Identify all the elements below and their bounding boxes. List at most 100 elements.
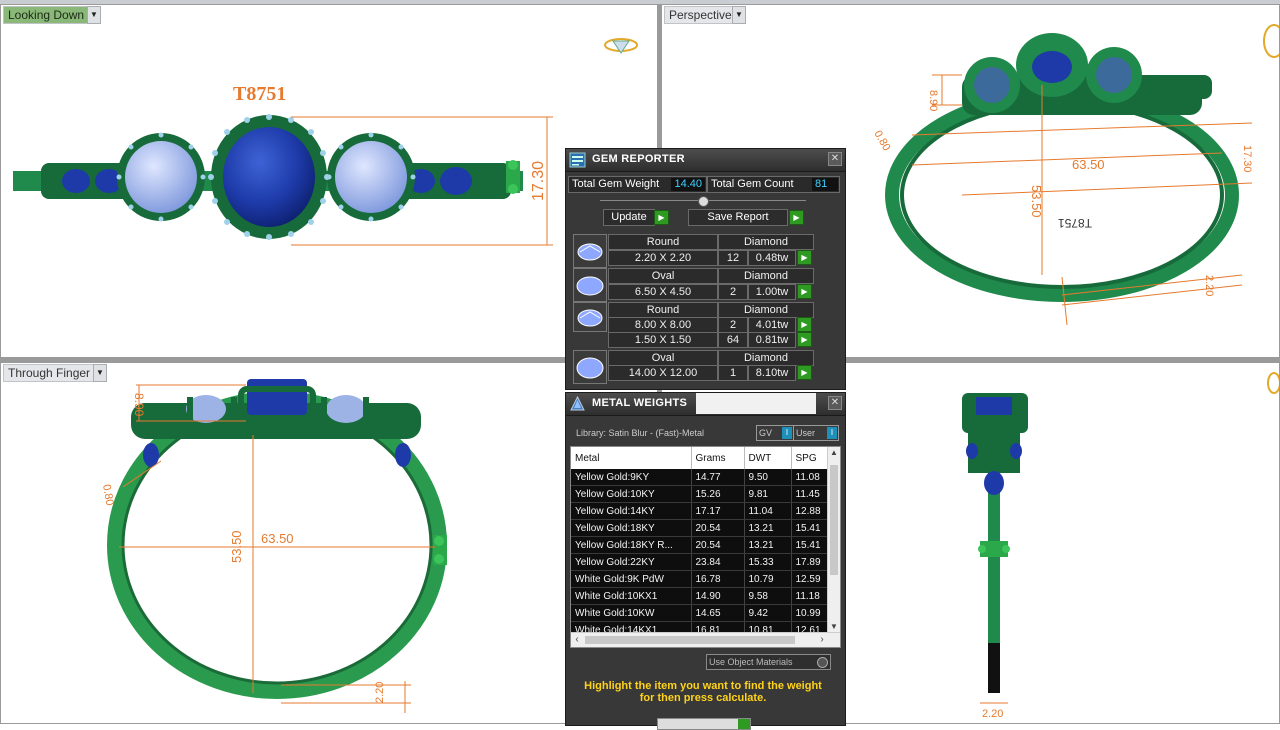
gem-count: 2: [718, 317, 748, 333]
user-toggle[interactable]: User I: [793, 425, 839, 441]
viewport-label-looking-down[interactable]: Looking Down: [3, 6, 90, 24]
table-horizontal-scrollbar[interactable]: ‹ ›: [571, 632, 840, 647]
gem-count: 64: [718, 332, 748, 348]
save-report-button[interactable]: Save Report: [688, 209, 788, 226]
gem-shape: Round: [608, 302, 718, 318]
cell-grams: 15.26: [691, 485, 745, 503]
table-row[interactable]: White Gold:10KX1 14.90 9.58 11.18: [571, 587, 838, 605]
gem-select-go-icon[interactable]: ▶: [797, 365, 812, 380]
dim-height-label: 53.50: [229, 530, 244, 563]
gem-shape: Oval: [608, 268, 718, 284]
ring-preview-icon: [604, 38, 638, 54]
ring-model-code: T8751: [233, 83, 286, 105]
metal-weights-title: METAL WEIGHTS: [592, 397, 688, 409]
total-gem-count-field: Total Gem Count 81: [707, 176, 840, 193]
radio-icon[interactable]: [817, 657, 828, 668]
viewport-dropdown-icon[interactable]: ▼: [732, 6, 746, 24]
dim-height-label: 53.50: [1029, 185, 1044, 218]
round-gem-icon: [577, 309, 603, 327]
dim-band-label: 2.20: [982, 708, 1003, 720]
gem-shape: Round: [608, 234, 718, 250]
user-toggle-indicator: I: [827, 427, 837, 439]
viewport-dropdown-icon[interactable]: ▼: [87, 6, 101, 24]
table-row[interactable]: Yellow Gold:18KY 20.54 13.21 15.41: [571, 519, 838, 537]
table-row[interactable]: White Gold:9K PdW 16.78 10.79 12.59: [571, 570, 838, 588]
cell-dwt: 9.42: [744, 604, 792, 622]
dim-right-label: 17.30: [1241, 145, 1253, 173]
column-header-dwt[interactable]: DWT: [744, 447, 792, 469]
scroll-right-icon[interactable]: ›: [816, 633, 828, 647]
gem-select-go-icon[interactable]: ▶: [797, 284, 812, 299]
cell-dwt: 13.21: [744, 536, 792, 554]
cell-dwt: 13.21: [744, 519, 792, 537]
cell-grams: 16.78: [691, 570, 745, 588]
table-row[interactable]: White Gold:10KW 14.65 9.42 10.99: [571, 604, 838, 622]
cell-metal: Yellow Gold:18KY R...: [571, 536, 692, 554]
cell-grams: 17.17: [691, 502, 745, 520]
cell-metal: Yellow Gold:14KY: [571, 502, 692, 520]
total-gem-weight-value: 14.40: [671, 178, 705, 191]
table-row[interactable]: Yellow Gold:9KY 14.77 9.50 11.08: [571, 469, 838, 486]
cell-grams: 14.65: [691, 604, 745, 622]
viewport-through-finger[interactable]: 8.90 0.80 63.50 53.50 2.20 Through Finge…: [0, 362, 658, 724]
calculate-go-icon[interactable]: [738, 719, 750, 729]
gem-reporter-header: GEM REPORTER ✕: [566, 149, 845, 172]
metal-library-label: Library: Satin Blur - (Fast)-Metal: [576, 428, 705, 438]
cell-dwt: 11.04: [744, 502, 792, 520]
gem-select-go-icon[interactable]: ▶: [797, 250, 812, 265]
viewport-label-perspective[interactable]: Perspective: [664, 6, 737, 24]
scrollbar-thumb[interactable]: [585, 636, 795, 644]
viewport-dropdown-icon[interactable]: ▼: [93, 364, 107, 382]
gem-shape: Oval: [608, 350, 718, 366]
save-report-go-icon[interactable]: ▶: [789, 210, 804, 225]
scrollbar-thumb[interactable]: [830, 465, 838, 575]
cell-metal: Yellow Gold:10KY: [571, 485, 692, 503]
viewport-label-through-finger[interactable]: Through Finger: [3, 364, 96, 382]
update-go-icon[interactable]: ▶: [654, 210, 669, 225]
update-button-label: Update: [611, 211, 647, 223]
calculate-button[interactable]: [657, 718, 751, 730]
cell-dwt: 9.50: [744, 469, 792, 486]
gem-thumbnail-round: [573, 302, 607, 332]
update-button[interactable]: Update: [603, 209, 655, 226]
column-header-grams[interactable]: Grams: [691, 447, 745, 469]
use-object-materials-label: Use Object Materials: [709, 657, 793, 667]
gem-select-go-icon[interactable]: ▶: [797, 332, 812, 347]
oval-gem-icon: [576, 276, 604, 296]
gem-select-go-icon[interactable]: ▶: [797, 317, 812, 332]
table-row[interactable]: Yellow Gold:18KY R... 20.54 13.21 15.41: [571, 536, 838, 554]
total-gem-weight-label: Total Gem Weight: [572, 178, 660, 190]
gem-slider-handle[interactable]: [698, 196, 709, 207]
cell-grams: 20.54: [691, 519, 745, 537]
column-header-metal[interactable]: Metal: [571, 447, 692, 469]
dim-width-label: 63.50: [1072, 157, 1105, 172]
dim-width-label: 63.50: [261, 531, 294, 546]
gem-weight: 1.00tw: [748, 284, 796, 300]
close-icon[interactable]: ✕: [828, 152, 842, 166]
cell-metal: White Gold:10KW: [571, 604, 692, 622]
metal-weights-header: METAL WEIGHTS ✕: [566, 393, 845, 416]
gem-type: Diamond: [718, 268, 814, 284]
close-icon[interactable]: ✕: [828, 396, 842, 410]
table-row[interactable]: Yellow Gold:22KY 23.84 15.33 17.89: [571, 553, 838, 571]
viewport-looking-down[interactable]: 17.30 T8751 Looking Down ▼: [0, 4, 658, 358]
hint-line-1: Highlight the item you want to find the …: [584, 680, 822, 692]
cell-grams: 14.90: [691, 587, 745, 605]
gv-toggle[interactable]: GV I: [756, 425, 794, 441]
header-tab-area: [696, 393, 816, 414]
cell-dwt: 9.58: [744, 587, 792, 605]
ring-preview-icon: [1263, 24, 1279, 58]
table-vertical-scrollbar[interactable]: ▲ ▼: [827, 447, 840, 633]
gem-size: 2.20 X 2.20: [608, 250, 718, 266]
metal-weights-table[interactable]: Metal Grams DWT SPG Yellow Gold:9KY 14.77…: [570, 446, 841, 648]
dim-band-label: 2.20: [374, 682, 386, 703]
gem-count: 12: [718, 250, 748, 266]
dim-side-label: 0.80: [871, 129, 892, 154]
hint-line-2: for then press calculate.: [639, 692, 767, 704]
scroll-up-icon[interactable]: ▲: [828, 447, 840, 459]
table-row[interactable]: Yellow Gold:10KY 15.26 9.81 11.45: [571, 485, 838, 503]
use-object-materials-option[interactable]: Use Object Materials: [706, 654, 831, 670]
gem-thumbnail-oval: [573, 268, 607, 302]
table-row[interactable]: Yellow Gold:14KY 17.17 11.04 12.88: [571, 502, 838, 520]
scroll-left-icon[interactable]: ‹: [571, 633, 583, 647]
